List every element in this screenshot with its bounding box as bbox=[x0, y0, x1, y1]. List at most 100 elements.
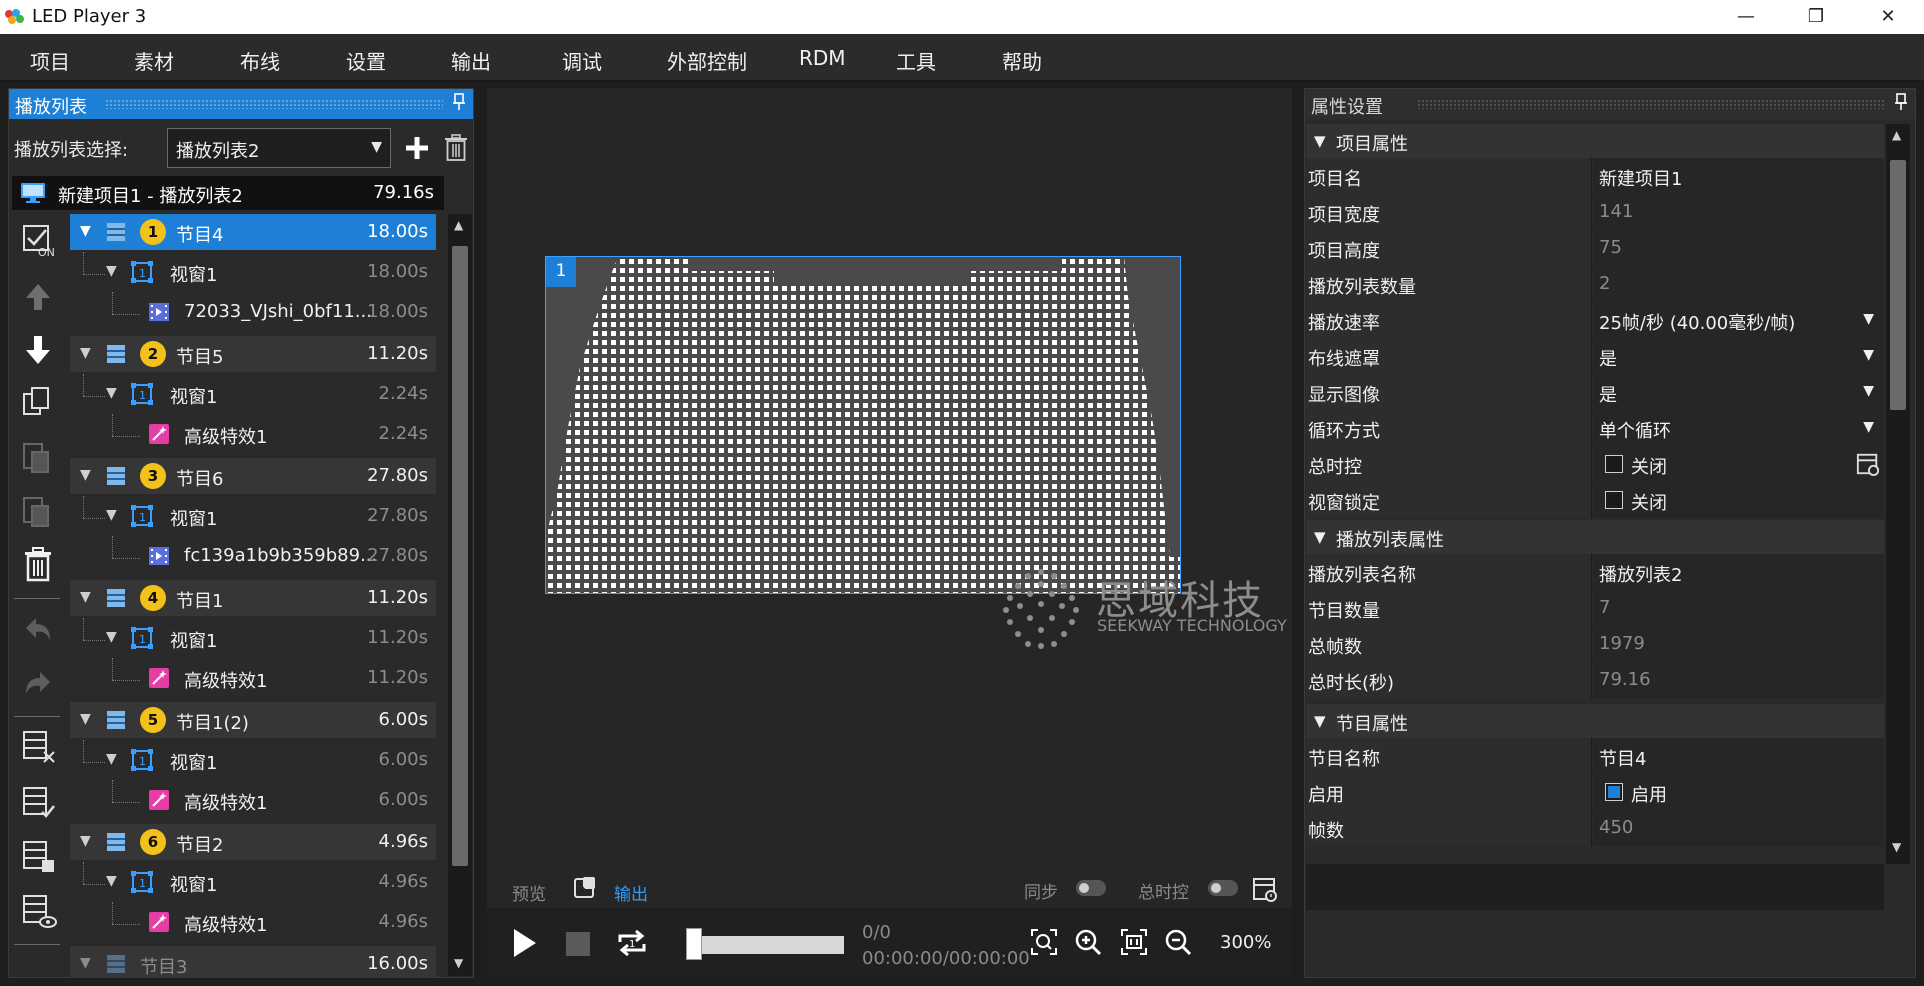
expand-triangle-icon[interactable]: ▼ bbox=[80, 955, 91, 971]
play-icon[interactable] bbox=[512, 928, 538, 958]
collapse-triangle-icon[interactable]: ▼ bbox=[1314, 712, 1326, 730]
fit-screen-icon[interactable] bbox=[1030, 928, 1058, 956]
paste-special-icon[interactable] bbox=[18, 492, 58, 532]
program-name-field[interactable]: 节目4 bbox=[1593, 738, 1884, 774]
program-row[interactable]: ▼ 5 节目1(2) 6.00s bbox=[70, 702, 436, 738]
menu-settings[interactable]: 设置 bbox=[346, 46, 386, 75]
media-row[interactable]: fc139a1b9b359b89... 27.80s bbox=[70, 538, 436, 574]
enable-field[interactable]: 启用 bbox=[1593, 774, 1884, 810]
program-row[interactable]: ▼ 3 节目6 27.80s bbox=[70, 458, 436, 494]
program-row[interactable]: ▼ 6 节目2 4.96s bbox=[70, 824, 436, 860]
prop-row[interactable]: 总帧数 1979 bbox=[1306, 626, 1884, 662]
prop-row[interactable]: 项目宽度 141 bbox=[1306, 194, 1884, 230]
scroll-up-icon[interactable]: ▲ bbox=[454, 218, 463, 232]
play-rate-select[interactable]: 25帧/秒 (40.00毫秒/帧) ▼ bbox=[1593, 302, 1884, 338]
window-lock-field[interactable]: 关闭 bbox=[1593, 482, 1884, 518]
menu-rdm[interactable]: RDM bbox=[799, 46, 846, 70]
prop-row[interactable]: 播放速率 25帧/秒 (40.00毫秒/帧) ▼ bbox=[1306, 302, 1884, 338]
prop-row[interactable]: 节目数量 7 bbox=[1306, 590, 1884, 626]
media-row[interactable]: 高级特效1 2.24s bbox=[70, 416, 436, 452]
prop-row[interactable]: 显示图像 是 ▼ bbox=[1306, 374, 1884, 410]
section-program[interactable]: ▼ 节目属性 bbox=[1306, 704, 1884, 738]
close-button[interactable]: ✕ bbox=[1860, 0, 1916, 34]
program-row[interactable]: ▼ 节目3 16.00s bbox=[70, 946, 436, 978]
expand-triangle-icon[interactable]: ▼ bbox=[106, 873, 117, 889]
redo-icon[interactable] bbox=[18, 664, 58, 704]
project-row[interactable]: 新建项目1 - 播放列表2 79.16s bbox=[12, 176, 444, 210]
progress-handle[interactable] bbox=[686, 928, 702, 960]
playlist-name-field[interactable]: 播放列表2 bbox=[1593, 554, 1884, 590]
actual-size-icon[interactable] bbox=[1120, 928, 1148, 956]
move-up-icon[interactable] bbox=[18, 276, 58, 316]
properties-scrollbar[interactable]: ▲ ▼ bbox=[1886, 124, 1910, 864]
expand-triangle-icon[interactable]: ▼ bbox=[106, 751, 117, 767]
expand-triangle-icon[interactable]: ▼ bbox=[80, 345, 91, 361]
section-playlist[interactable]: ▼ 播放列表属性 bbox=[1306, 520, 1884, 554]
pin-icon[interactable] bbox=[1895, 93, 1907, 111]
menu-debug[interactable]: 调试 bbox=[562, 46, 602, 75]
media-row[interactable]: 高级特效1 6.00s bbox=[70, 782, 436, 818]
menu-tools[interactable]: 工具 bbox=[896, 46, 936, 75]
collapse-triangle-icon[interactable]: ▼ bbox=[1314, 528, 1326, 546]
output-label[interactable]: 输出 bbox=[614, 880, 648, 905]
scrollbar-thumb[interactable] bbox=[1890, 160, 1906, 410]
program-check-icon[interactable] bbox=[18, 782, 58, 822]
prop-row[interactable]: 帧数 450 bbox=[1306, 810, 1884, 846]
media-row[interactable]: 72033_VJshi_0bf11... 18.00s bbox=[70, 294, 436, 330]
prop-row[interactable]: 项目高度 75 bbox=[1306, 230, 1884, 266]
media-row[interactable]: 高级特效1 11.20s bbox=[70, 660, 436, 696]
move-down-icon[interactable] bbox=[18, 330, 58, 370]
menu-assets[interactable]: 素材 bbox=[134, 46, 174, 75]
prop-row[interactable]: 总时长(秒) 79.16 bbox=[1306, 662, 1884, 698]
master-timer-toggle[interactable] bbox=[1208, 880, 1238, 896]
menu-external-control[interactable]: 外部控制 bbox=[667, 46, 747, 75]
pin-icon[interactable] bbox=[453, 93, 465, 111]
window-lock-checkbox[interactable] bbox=[1605, 491, 1623, 509]
sync-toggle[interactable] bbox=[1076, 880, 1106, 896]
expand-triangle-icon[interactable]: ▼ bbox=[106, 629, 117, 645]
prop-row[interactable]: 节目名称 节目4 bbox=[1306, 738, 1884, 774]
menu-wiring[interactable]: 布线 bbox=[240, 46, 280, 75]
enable-on-icon[interactable]: ON bbox=[18, 220, 58, 260]
project-name-field[interactable]: 新建项目1 bbox=[1593, 158, 1884, 194]
copy-icon[interactable] bbox=[18, 384, 58, 424]
menu-help[interactable]: 帮助 bbox=[1002, 46, 1042, 75]
scroll-down-icon[interactable]: ▼ bbox=[1892, 840, 1901, 854]
prop-row[interactable]: 视窗锁定 关闭 bbox=[1306, 482, 1884, 518]
program-row[interactable]: ▼ 2 节目5 11.20s bbox=[70, 336, 436, 372]
section-project[interactable]: ▼ 项目属性 bbox=[1306, 124, 1884, 158]
add-playlist-icon[interactable] bbox=[405, 136, 429, 160]
enable-checkbox[interactable] bbox=[1605, 783, 1623, 801]
progress-track[interactable] bbox=[688, 936, 844, 954]
loop-mode-select[interactable]: 单个循环 ▼ bbox=[1593, 410, 1884, 446]
delete-icon[interactable] bbox=[18, 544, 58, 584]
window-row[interactable]: ▼ 1 视窗1 2.24s bbox=[70, 376, 436, 412]
prop-row[interactable]: 项目名 新建项目1 bbox=[1306, 158, 1884, 194]
minimize-button[interactable]: — bbox=[1718, 0, 1774, 34]
program-preview-icon[interactable] bbox=[18, 890, 58, 930]
master-timer-field[interactable]: 关闭 bbox=[1593, 446, 1884, 482]
preview-label[interactable]: 预览 bbox=[512, 880, 546, 905]
window-row[interactable]: ▼ 1 视窗1 6.00s bbox=[70, 742, 436, 778]
stop-icon[interactable] bbox=[566, 932, 590, 956]
window-row[interactable]: ▼ 1 视窗1 18.00s bbox=[70, 254, 436, 290]
wiring-mask-select[interactable]: 是 ▼ bbox=[1593, 338, 1884, 374]
window-row[interactable]: ▼ 1 视窗1 27.80s bbox=[70, 498, 436, 534]
preview-toggle-icon[interactable] bbox=[574, 876, 596, 898]
undo-icon[interactable] bbox=[18, 610, 58, 650]
scrollbar-thumb[interactable] bbox=[452, 246, 468, 866]
collapse-triangle-icon[interactable]: ▼ bbox=[1314, 132, 1326, 150]
menu-project[interactable]: 项目 bbox=[30, 46, 70, 75]
expand-triangle-icon[interactable]: ▼ bbox=[80, 711, 91, 727]
prop-row[interactable]: 总时控 关闭 bbox=[1306, 446, 1884, 482]
expand-triangle-icon[interactable]: ▼ bbox=[80, 833, 91, 849]
schedule-icon[interactable] bbox=[1252, 876, 1278, 902]
playlist-scrollbar[interactable]: ▲ ▼ bbox=[448, 214, 472, 976]
schedule-icon[interactable] bbox=[1856, 452, 1880, 476]
prop-row[interactable]: 启用 启用 bbox=[1306, 774, 1884, 810]
window-row[interactable]: ▼ 1 视窗1 4.96s bbox=[70, 864, 436, 900]
scroll-down-icon[interactable]: ▼ bbox=[454, 956, 463, 970]
zoom-in-icon[interactable] bbox=[1074, 928, 1102, 956]
zoom-out-icon[interactable] bbox=[1164, 928, 1192, 956]
playlist-select[interactable]: 播放列表2 ▼ bbox=[167, 128, 391, 168]
